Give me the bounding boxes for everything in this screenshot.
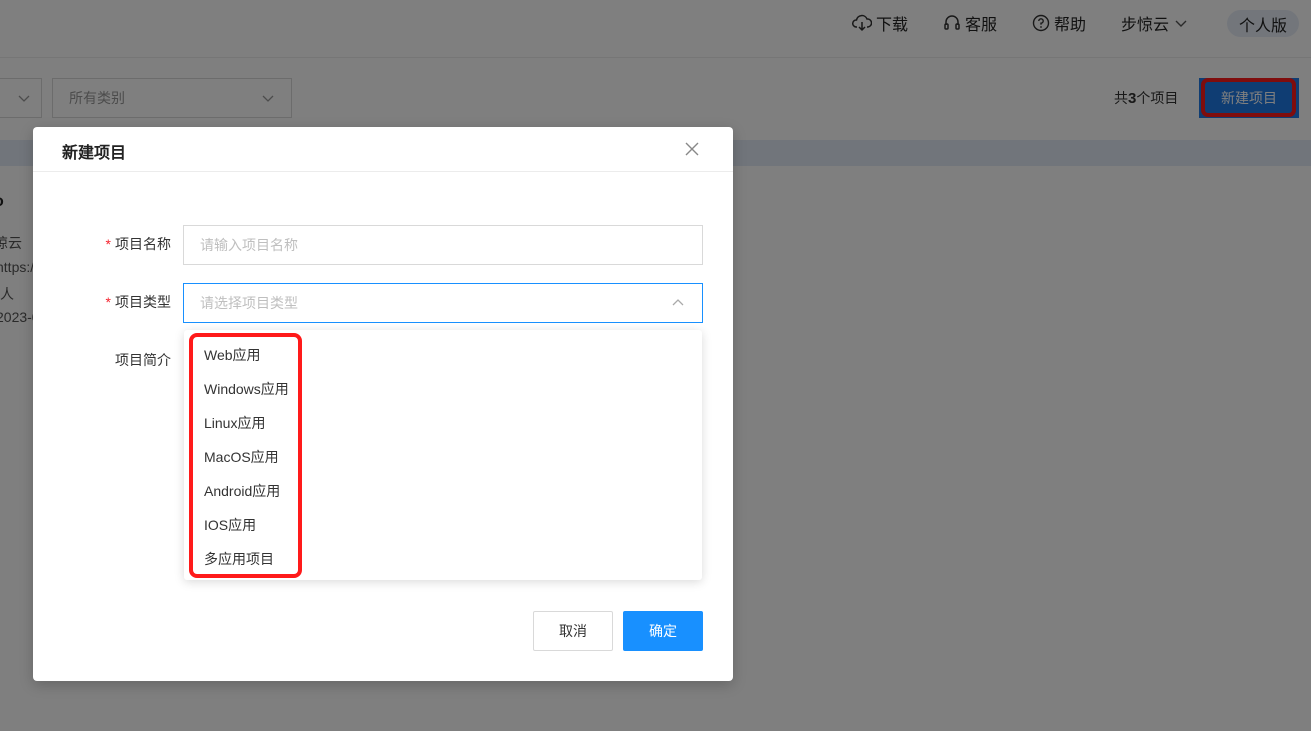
project-type-placeholder: 请选择项目类型 [200, 295, 298, 311]
highlight-type-options [189, 333, 302, 578]
cancel-button[interactable]: 取消 [533, 611, 613, 651]
dialog-title: 新建项目 [62, 145, 127, 162]
project-type-select[interactable]: 请选择项目类型 [183, 283, 703, 323]
project-name-input[interactable]: 请输入项目名称 [183, 225, 703, 265]
confirm-button[interactable]: 确定 [623, 611, 703, 651]
project-name-label: * 项目名称 [105, 236, 171, 252]
close-icon[interactable] [683, 140, 701, 158]
dialog-header: 新建项目 [33, 127, 733, 172]
project-name-placeholder: 请输入项目名称 [200, 237, 298, 253]
project-description-label: 项目简介 [115, 352, 171, 368]
new-project-dialog: 新建项目 * 项目名称 请输入项目名称 * 项目类型 请选择项目类型 项目简介 We… [33, 127, 733, 681]
chevron-up-icon [672, 299, 684, 306]
project-type-label: * 项目类型 [105, 294, 171, 310]
